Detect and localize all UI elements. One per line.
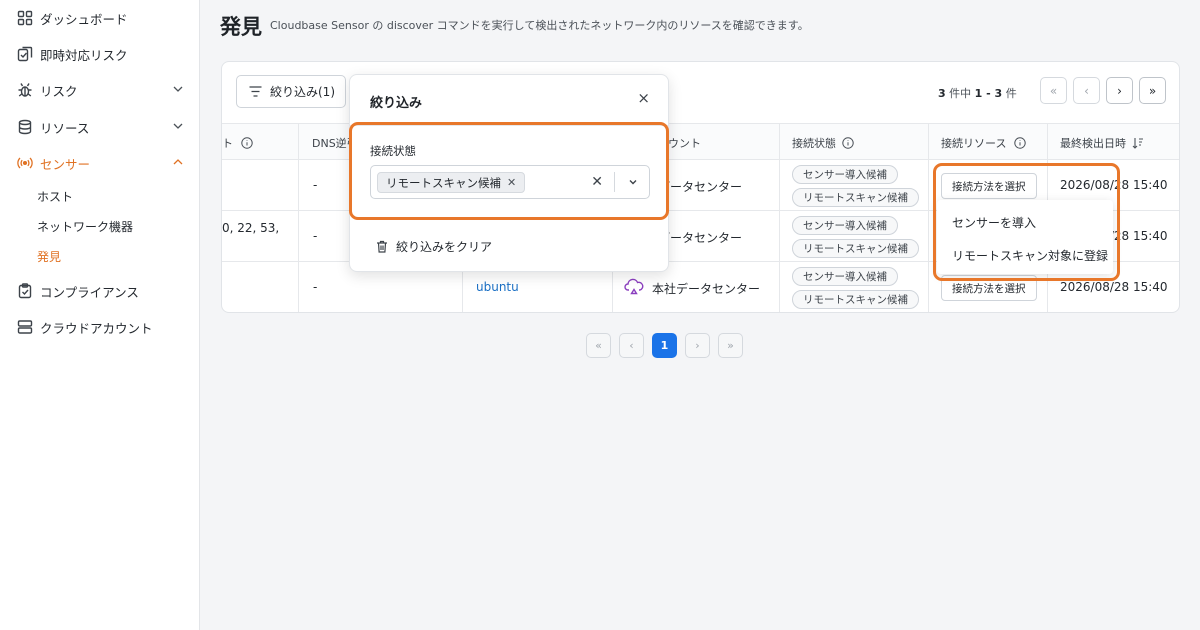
database-icon xyxy=(16,118,34,136)
column-ports-label: ト xyxy=(222,137,233,150)
column-last-seen[interactable]: 最終検出日時 xyxy=(1060,135,1144,151)
status-badge: リモートスキャン候補 xyxy=(792,188,919,207)
sidebar-sub-network-device[interactable]: ネットワーク機器 xyxy=(37,218,133,235)
selected-chip-label: リモートスキャン候補 xyxy=(386,175,501,190)
connection-method-button[interactable]: 接続方法を選択 xyxy=(941,275,1037,301)
menu-item-install-sensor[interactable]: センサーを導入 xyxy=(952,214,1036,231)
clear-selection-icon[interactable]: ✕ xyxy=(591,174,603,190)
urgent-risk-icon xyxy=(16,45,34,63)
column-last-seen-label: 最終検出日時 xyxy=(1060,137,1126,150)
sidebar-item-label: センサー xyxy=(40,156,91,172)
result-count: 3 件中 1 - 3 件 xyxy=(938,85,1017,101)
chevron-down-icon[interactable] xyxy=(171,82,185,96)
next-page-button[interactable]: › xyxy=(1106,77,1133,104)
filter-button[interactable]: 絞り込み(1) xyxy=(236,75,346,108)
bottom-first-page-button[interactable]: « xyxy=(586,333,611,358)
page-description: Cloudbase Sensor の discover コマンドを実行して検出さ… xyxy=(270,19,809,32)
status-badge: リモートスキャン候補 xyxy=(792,290,919,309)
count-suffix: 件 xyxy=(1005,87,1017,100)
sidebar: ダッシュボード 即時対応リスク リスク リソース センサー ホスト ネットワーク… xyxy=(0,0,200,630)
remove-chip-icon[interactable]: ✕ xyxy=(507,176,516,189)
filter-popup-title: 絞り込み xyxy=(370,96,423,111)
status-badge: センサー導入候補 xyxy=(792,216,898,235)
sidebar-item-sensor[interactable]: センサー xyxy=(16,151,185,175)
connection-status-select[interactable]: リモートスキャン候補 ✕ ✕ xyxy=(370,165,650,199)
trash-icon xyxy=(377,240,387,253)
status-badge: リモートスキャン候補 xyxy=(792,239,919,258)
bottom-next-page-button[interactable]: › xyxy=(685,333,710,358)
status-badge: センサー導入候補 xyxy=(792,165,898,184)
column-status-label: 接続状態 xyxy=(792,137,836,150)
last-seen-cell: 2026/08/28 15:40 xyxy=(1060,280,1168,294)
menu-item-register-remote-scan[interactable]: リモートスキャン対象に登録 xyxy=(952,247,1108,264)
ports-cell: 0, 22, 53, xyxy=(222,221,280,235)
filter-popup: 絞り込み × 接続状態 リモートスキャン候補 ✕ ✕ 絞り込みをクリア xyxy=(349,74,669,272)
count-total: 3 xyxy=(938,87,946,100)
sidebar-item-resources[interactable]: リソース xyxy=(16,115,185,139)
count-range: 1 - 3 xyxy=(974,87,1003,100)
dns-cell: - xyxy=(313,178,318,192)
connection-status-label: 接続状態 xyxy=(370,144,416,158)
sidebar-item-dashboard[interactable]: ダッシュボード xyxy=(16,6,185,30)
bottom-last-page-button[interactable]: » xyxy=(718,333,743,358)
info-icon[interactable] xyxy=(1014,137,1027,149)
info-icon[interactable] xyxy=(241,137,253,149)
clear-filter-label: 絞り込みをクリア xyxy=(396,240,493,254)
dns-cell: - xyxy=(313,229,318,243)
close-icon[interactable]: × xyxy=(637,89,650,107)
chevron-up-icon[interactable] xyxy=(171,155,185,169)
chevron-down-icon[interactable] xyxy=(627,176,639,188)
sidebar-item-urgent-risk[interactable]: 即時対応リスク xyxy=(16,42,185,66)
connection-method-button[interactable]: 接続方法を選択 xyxy=(941,173,1037,199)
chevron-down-icon[interactable] xyxy=(171,119,185,133)
column-resource: 接続リソース xyxy=(941,135,1027,151)
column-resource-label: 接続リソース xyxy=(941,137,1007,150)
clear-filter-button[interactable]: 絞り込みをクリア xyxy=(376,238,492,255)
filter-icon xyxy=(249,86,262,97)
prev-page-button[interactable]: ‹ xyxy=(1073,77,1100,104)
dashboard-icon xyxy=(16,9,34,27)
divider xyxy=(350,125,668,126)
sidebar-sub-discover[interactable]: 発見 xyxy=(37,248,61,265)
server-icon xyxy=(16,318,34,336)
column-ports: ト xyxy=(222,135,253,151)
cloud-account-icon xyxy=(624,277,644,298)
dns-cell: - xyxy=(313,280,318,294)
sensor-icon xyxy=(16,154,34,172)
bottom-prev-page-button[interactable]: ‹ xyxy=(619,333,644,358)
bug-icon xyxy=(16,81,34,99)
filter-button-label: 絞り込み(1) xyxy=(270,85,335,99)
sidebar-item-cloud-account[interactable]: クラウドアカウント xyxy=(16,315,185,339)
last-page-button[interactable]: » xyxy=(1139,77,1166,104)
host-link[interactable]: ubuntu xyxy=(476,280,519,294)
sidebar-item-label: クラウドアカウント xyxy=(40,320,153,336)
account-cell: 本社データセンター xyxy=(652,282,761,296)
sidebar-item-label: リソース xyxy=(40,120,90,136)
page-title: 発見 xyxy=(220,15,262,39)
connection-method-menu: センサーを導入 リモートスキャン対象に登録 xyxy=(937,200,1113,274)
sidebar-item-risk[interactable]: リスク xyxy=(16,78,185,102)
sidebar-item-label: コンプライアンス xyxy=(40,284,139,300)
sidebar-item-label: リスク xyxy=(40,83,78,99)
divider xyxy=(614,172,615,192)
selected-chip: リモートスキャン候補 ✕ xyxy=(377,172,526,193)
sidebar-sub-host[interactable]: ホスト xyxy=(37,188,73,205)
clipboard-check-icon xyxy=(16,282,34,300)
last-seen-cell: 2026/08/28 15:40 xyxy=(1060,178,1168,192)
column-status: 接続状態 xyxy=(792,135,854,151)
sidebar-item-label: ダッシュボード xyxy=(40,11,128,27)
info-icon[interactable] xyxy=(842,137,854,149)
first-page-button[interactable]: « xyxy=(1040,77,1067,104)
count-mid: 件中 xyxy=(949,87,972,100)
page-1-button[interactable]: 1 xyxy=(652,333,677,358)
sidebar-item-label: 即時対応リスク xyxy=(40,47,128,63)
status-badge: センサー導入候補 xyxy=(792,267,898,286)
sidebar-item-compliance[interactable]: コンプライアンス xyxy=(16,279,185,303)
sort-descending-icon[interactable] xyxy=(1132,137,1144,149)
